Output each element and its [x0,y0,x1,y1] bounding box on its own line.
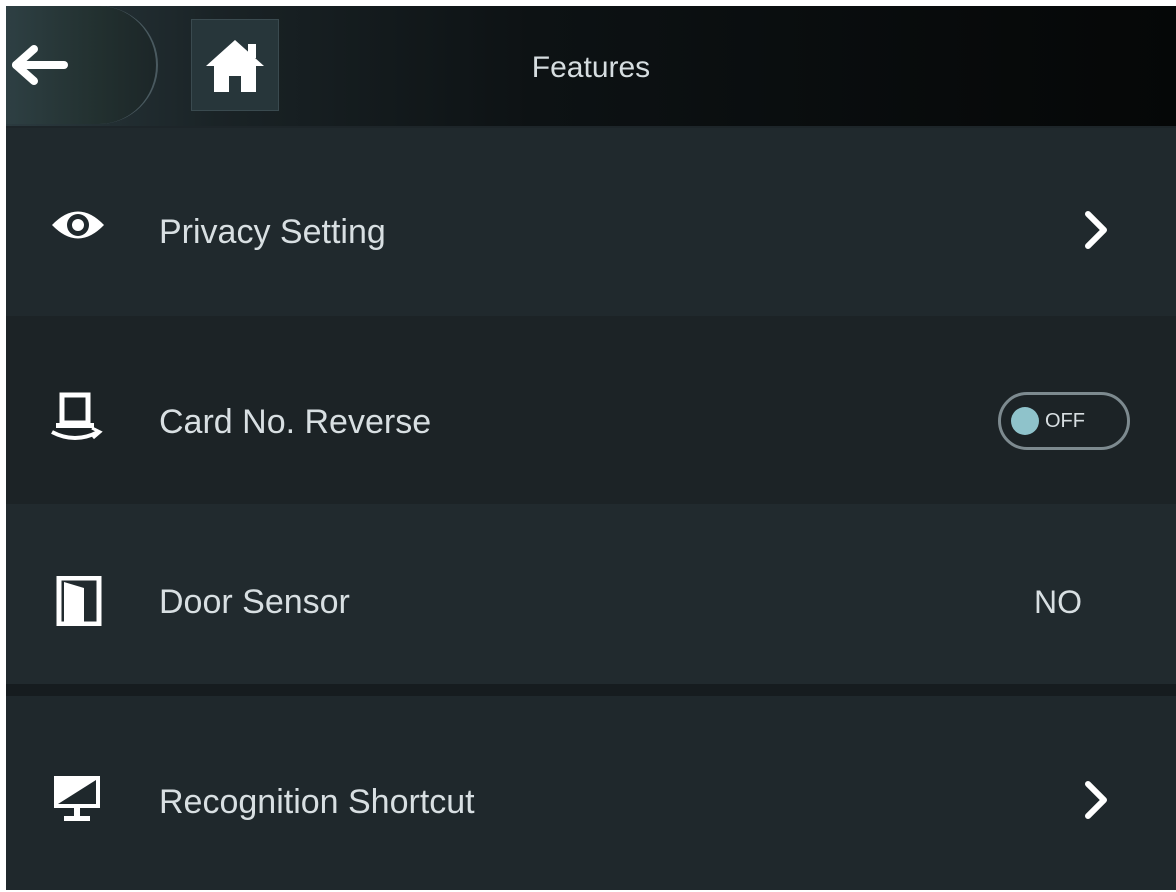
eye-icon [52,211,104,239]
card-reverse-icon [51,392,103,440]
features-screen: Features Privacy Setting Card No. Revers… [6,6,1176,890]
card-reverse-toggle[interactable]: OFF [998,392,1130,450]
menu-item-label: Privacy Setting [159,213,386,251]
toggle-knob [1011,407,1039,435]
header-bar: Features [6,6,1176,126]
chevron-right-icon [1085,781,1107,819]
menu-item-privacy-setting[interactable]: Privacy Setting [6,128,1176,316]
menu-item-label: Recognition Shortcut [159,783,475,821]
monitor-icon [54,776,100,821]
menu-item-door-sensor[interactable]: Door Sensor NO [6,504,1176,684]
menu-item-label: Door Sensor [159,583,350,621]
door-icon [56,576,102,626]
toggle-state-label: OFF [1045,410,1085,432]
menu-item-label: Card No. Reverse [159,403,432,441]
menu-item-recognition-shortcut[interactable]: Recognition Shortcut [6,696,1176,890]
menu-item-card-no-reverse[interactable]: Card No. Reverse OFF [6,316,1176,504]
page-title: Features [531,51,651,84]
chevron-right-icon [1085,211,1107,249]
divider [6,684,1176,696]
door-sensor-value: NO [1034,584,1082,620]
